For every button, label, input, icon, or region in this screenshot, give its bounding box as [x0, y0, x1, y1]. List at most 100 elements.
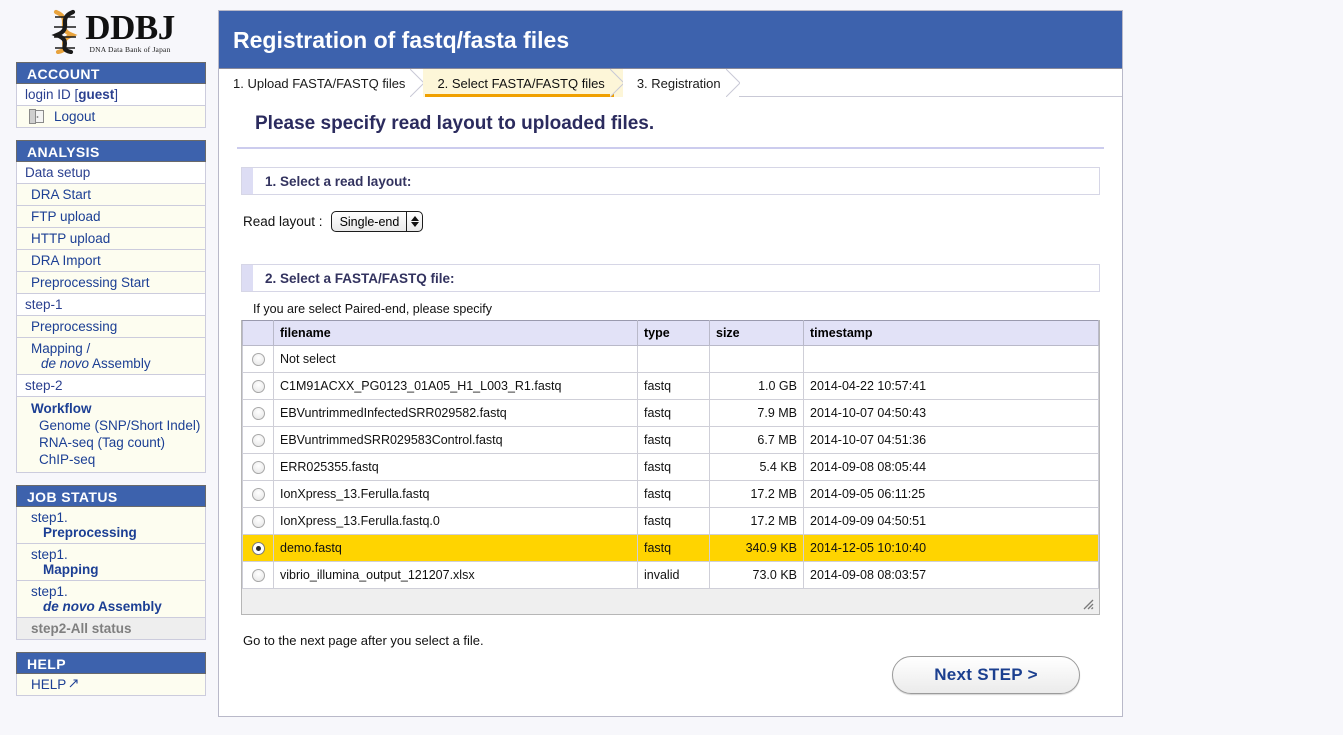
col-type: type — [638, 321, 710, 346]
table-row[interactable]: ERR025355.fastqfastq5.4 KB2014-09-08 08:… — [243, 454, 1099, 481]
row-radio-cell[interactable] — [243, 535, 274, 562]
col-select — [243, 321, 274, 346]
table-row[interactable]: EBVuntrimmedSRR029583Control.fastqfastq6… — [243, 427, 1099, 454]
cell-filename: EBVuntrimmedSRR029583Control.fastq — [274, 427, 638, 454]
content-inner: 1. Select a read layout: Read layout : S… — [219, 167, 1122, 716]
tab-upload-files[interactable]: 1. Upload FASTA/FASTQ files — [219, 69, 423, 97]
help-links: HELP — [16, 674, 206, 696]
table-row[interactable]: EBVuntrimmedInfectedSRR029582.fastqfastq… — [243, 400, 1099, 427]
file-list-scroll-container[interactable]: filename type size timestamp Not selectC… — [241, 320, 1100, 615]
cell-type: fastq — [638, 400, 710, 427]
row-radio-cell[interactable] — [243, 562, 274, 589]
mapping-assembly: Assembly — [89, 356, 151, 371]
ddbj-logo: DDBJ DNA Data Bank of Japan — [0, 0, 218, 62]
job2-pre: step1. — [31, 547, 205, 562]
radio-icon[interactable] — [252, 434, 265, 447]
row-radio-cell[interactable] — [243, 400, 274, 427]
cell-timestamp: 2014-09-08 08:05:44 — [804, 454, 1099, 481]
cell-timestamp: 2014-09-09 04:50:51 — [804, 508, 1099, 535]
job3-line2: de novo Assembly — [31, 599, 205, 614]
tab-arrow-icon — [410, 69, 424, 97]
radio-icon[interactable] — [252, 353, 265, 366]
sidebar-item-genome[interactable]: Genome (SNP/Short Indel) — [17, 417, 205, 434]
cell-size: 7.9 MB — [710, 400, 804, 427]
cell-filename: EBVuntrimmedInfectedSRR029582.fastq — [274, 400, 638, 427]
sidebar-item-preprocessing-start[interactable]: Preprocessing Start — [17, 272, 205, 293]
resize-grip-icon[interactable] — [1083, 599, 1094, 610]
wizard-tabs: 1. Upload FASTA/FASTQ files 2. Select FA… — [219, 69, 1122, 97]
main-panel: Registration of fastq/fasta files 1. Upl… — [218, 10, 1123, 717]
file-table-body: Not selectC1M91ACXX_PG0123_01A05_H1_L003… — [243, 346, 1099, 589]
sidebar-item-ftp-upload[interactable]: FTP upload — [17, 206, 205, 228]
step1-links: Preprocessing Mapping / de novo Assembly — [16, 316, 206, 375]
read-layout-select[interactable]: Single-end — [331, 211, 424, 232]
tab-select-files-label: 2. Select FASTA/FASTQ files — [437, 76, 604, 91]
next-step-button[interactable]: Next STEP > — [892, 656, 1080, 694]
sidebar-item-chipseq[interactable]: ChIP-seq — [17, 451, 205, 472]
login-id-user: guest — [78, 87, 114, 102]
table-row[interactable]: IonXpress_13.Ferulla.fastqfastq17.2 MB20… — [243, 481, 1099, 508]
sidebar-section-account: ACCOUNT — [16, 62, 206, 84]
radio-icon[interactable] — [252, 569, 265, 582]
step1-header: 1. Select a read layout: — [241, 167, 1100, 195]
job-status-links: step1. Preprocessing step1. Mapping step… — [16, 507, 206, 640]
sidebar-item-job-denovo-assembly[interactable]: step1. de novo Assembly — [17, 581, 205, 618]
mapping-line1: Mapping / — [31, 341, 205, 356]
radio-icon[interactable] — [252, 407, 265, 420]
cell-filename: demo.fastq — [274, 535, 638, 562]
radio-icon[interactable] — [252, 461, 265, 474]
row-radio-cell[interactable] — [243, 373, 274, 400]
stepper-icon — [407, 212, 422, 231]
radio-icon[interactable] — [252, 488, 265, 501]
cell-filename: IonXpress_13.Ferulla.fastq.0 — [274, 508, 638, 535]
logout-door-icon — [29, 109, 46, 124]
row-radio-cell[interactable] — [243, 508, 274, 535]
row-radio-cell[interactable] — [243, 481, 274, 508]
job1-pre: step1. — [31, 510, 205, 525]
login-id-prefix: login ID [ — [25, 87, 78, 102]
sidebar-item-http-upload[interactable]: HTTP upload — [17, 228, 205, 250]
table-row[interactable]: C1M91ACXX_PG0123_01A05_H1_L003_R1.fastqf… — [243, 373, 1099, 400]
table-row[interactable]: Not select — [243, 346, 1099, 373]
col-size: size — [710, 321, 804, 346]
row-radio-cell[interactable] — [243, 346, 274, 373]
content-heading: Please specify read layout to uploaded f… — [237, 97, 1104, 149]
table-row[interactable]: demo.fastqfastq340.9 KB2014-12-05 10:10:… — [243, 535, 1099, 562]
cell-filename: ERR025355.fastq — [274, 454, 638, 481]
account-links: Logout — [16, 106, 206, 128]
cell-size — [710, 346, 804, 373]
sidebar-item-rnaseq[interactable]: RNA-seq (Tag count) — [17, 434, 205, 451]
cell-type: fastq — [638, 508, 710, 535]
row-radio-cell[interactable] — [243, 454, 274, 481]
cell-type: fastq — [638, 373, 710, 400]
radio-icon[interactable] — [252, 542, 265, 555]
table-row[interactable]: vibrio_illumina_output_121207.xlsxinvali… — [243, 562, 1099, 589]
tab-registration[interactable]: 3. Registration — [623, 69, 739, 97]
radio-icon[interactable] — [252, 380, 265, 393]
sidebar-item-mapping-assembly[interactable]: Mapping / de novo Assembly — [17, 338, 205, 374]
row-radio-cell[interactable] — [243, 427, 274, 454]
external-link-icon — [69, 679, 78, 688]
cell-timestamp — [804, 346, 1099, 373]
tab-active-underline — [425, 94, 613, 97]
scroll-footer — [242, 589, 1099, 614]
sidebar-item-job-mapping[interactable]: step1. Mapping — [17, 544, 205, 581]
table-row[interactable]: IonXpress_13.Ferulla.fastq.0fastq17.2 MB… — [243, 508, 1099, 535]
tab-select-files[interactable]: 2. Select FASTA/FASTQ files — [423, 69, 622, 97]
sidebar-item-step2-all-status[interactable]: step2-All status — [17, 618, 205, 639]
sidebar-item-dra-start[interactable]: DRA Start — [17, 184, 205, 206]
sidebar-section-job-status: JOB STATUS — [16, 485, 206, 507]
cell-filename: C1M91ACXX_PG0123_01A05_H1_L003_R1.fastq — [274, 373, 638, 400]
sidebar-item-logout[interactable]: Logout — [17, 106, 205, 127]
caret-up-icon — [411, 216, 419, 221]
sidebar-item-preprocessing[interactable]: Preprocessing — [17, 316, 205, 338]
radio-icon[interactable] — [252, 515, 265, 528]
cell-type: fastq — [638, 454, 710, 481]
sidebar-item-job-preprocessing[interactable]: step1. Preprocessing — [17, 507, 205, 544]
sidebar-item-dra-import[interactable]: DRA Import — [17, 250, 205, 272]
tab-arrow-icon — [610, 69, 624, 97]
content-body: Please specify read layout to uploaded f… — [219, 97, 1122, 716]
sidebar-item-help[interactable]: HELP — [17, 674, 205, 695]
logo-tagline: DNA Data Bank of Japan — [89, 45, 170, 54]
read-layout-value: Single-end — [340, 215, 407, 229]
